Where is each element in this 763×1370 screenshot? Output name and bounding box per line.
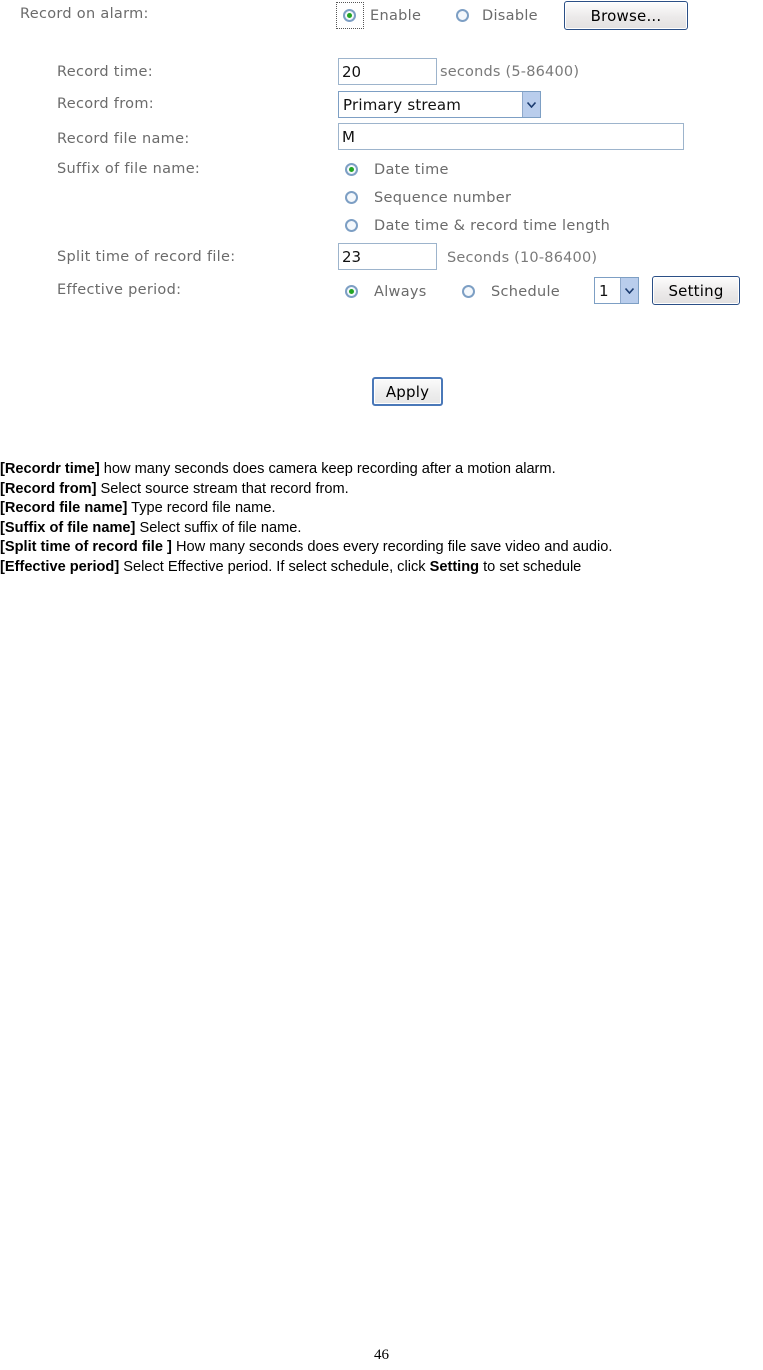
label-record-from: Record from: [57,96,154,112]
record-time-input[interactable] [338,58,437,85]
record-on-alarm-settings-form: Record on alarm: Enable Disable Browse..… [0,0,763,440]
description-text: How many seconds does every recording fi… [171,539,613,556]
label-suffix-date-time-and-length[interactable]: Date time & record time length [374,218,610,234]
description-term: [Record file name] [0,500,128,517]
label-suffix-date-time[interactable]: Date time [374,162,449,178]
label-suffix-of-file-name: Suffix of file name: [57,161,201,177]
description-line: [Split time of record file ] How many se… [0,538,763,558]
apply-button[interactable]: Apply [372,377,443,406]
schedule-number-select[interactable]: 1 [594,277,639,304]
radio-record-on-alarm-disable[interactable] [456,9,469,22]
record-from-select[interactable]: Primary stream [338,91,541,118]
description-term: [Record from] [0,480,97,497]
radio-effective-period-always[interactable] [345,285,358,298]
setting-button[interactable]: Setting [652,276,740,305]
label-effective-period-always[interactable]: Always [374,284,427,300]
record-from-selected-value: Primary stream [343,95,462,114]
radio-suffix-date-time-and-length[interactable] [345,219,358,232]
description-line: [Recordr time] how many seconds does cam… [0,460,763,480]
record-file-name-input[interactable] [338,123,684,150]
page-number: 46 [374,1347,389,1363]
label-effective-period-schedule[interactable]: Schedule [491,284,560,300]
description-line: [Record file name] Type record file name… [0,499,763,519]
split-time-input[interactable] [338,243,437,270]
radio-suffix-date-time[interactable] [345,163,358,176]
description-text: how many seconds does camera keep record… [99,461,556,477]
description-line: [Suffix of file name] Select suffix of f… [0,519,763,539]
browse-button[interactable]: Browse... [564,1,688,30]
description-term: [Suffix of file name] [0,519,136,536]
label-record-on-alarm: Record on alarm: [20,6,149,22]
field-descriptions: [Recordr time] how many seconds does cam… [0,460,763,578]
description-text: Type record file name. [127,500,276,517]
description-term: [Effective period] [0,558,120,575]
description-text: Select Effective period. If select sched… [119,558,430,575]
description-term: [Split time of record file ] [0,539,172,556]
hint-record-time-range: seconds (5-86400) [440,64,580,80]
chevron-down-icon[interactable] [522,92,540,117]
hint-split-time-range: Seconds (10-86400) [447,250,598,266]
description-line: [Record from] Select source stream that … [0,480,763,500]
label-record-file-name: Record file name: [57,131,190,147]
description-term: [Recordr time] [0,461,100,477]
schedule-number-selected-value: 1 [599,281,609,300]
radio-suffix-sequence-number[interactable] [345,191,358,204]
description-line: [Effective period] Select Effective peri… [0,558,763,578]
label-record-on-alarm-disable[interactable]: Disable [482,8,538,24]
radio-effective-period-schedule[interactable] [462,285,475,298]
label-effective-period: Effective period: [57,282,182,298]
description-emphasis: Setting [429,558,480,575]
label-record-on-alarm-enable[interactable]: Enable [370,8,421,24]
label-split-time-of-record-file: Split time of record file: [57,249,236,265]
chevron-down-icon[interactable] [620,278,638,303]
description-text: Select suffix of file name. [135,519,302,536]
description-text: Select source stream that record from. [96,480,349,497]
label-suffix-sequence-number[interactable]: Sequence number [374,190,511,206]
radio-record-on-alarm-enable[interactable] [343,9,356,22]
description-text-after: to set schedule [479,558,582,575]
label-record-time: Record time: [57,64,153,80]
